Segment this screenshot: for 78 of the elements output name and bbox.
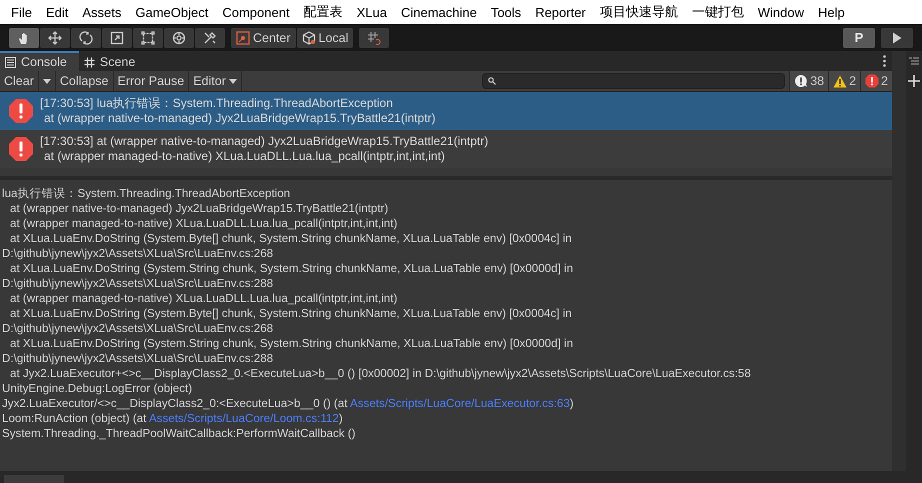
console-list-icon: [5, 56, 16, 68]
tool-button[interactable]: [71, 28, 101, 48]
tool-button[interactable]: [133, 28, 163, 48]
more-options-icon[interactable]: [883, 55, 886, 67]
cube-icon: [302, 30, 316, 44]
stack-trace-line: at XLua.LuaEnv.DoString (System.Byte[] chunk, System.String chunkName, XLua.LuaTable env) [0x0004c] in: [9, 306, 573, 321]
search-field[interactable]: [482, 73, 786, 89]
stack-trace-line: Loom:RunAction (object) (at Assets/Scripts/LuaCore/Loom.cs:112): [2, 411, 344, 426]
grid-snap-icon: [367, 30, 382, 44]
pivot-center-icon: [236, 30, 250, 44]
list-icon: [909, 57, 919, 65]
menu-item[interactable]: 一键打包: [684, 3, 751, 21]
rotate-icon: [79, 30, 93, 44]
log-message: [17:30:53] at (wrapper native-to-managed) Jyx2LuaBridgeWrap15.TryBattle21(intptr): [40, 134, 488, 149]
pivot-button[interactable]: Center: [231, 28, 296, 48]
pivot-button[interactable]: Local: [296, 28, 354, 48]
move-arrows-icon: [48, 30, 62, 44]
stack-trace-line: System.Threading._ThreadPoolWaitCallback:PerformWaitCallback (): [2, 426, 357, 441]
menu-item[interactable]: Reporter: [528, 4, 593, 20]
tools-icon: [203, 30, 217, 44]
tool-button[interactable]: [195, 28, 225, 48]
tool-button[interactable]: [164, 28, 194, 48]
log-message: at (wrapper native-to-managed) Jyx2LuaBridgeWrap15.TryBattle21(intptr): [43, 111, 436, 126]
menu-item[interactable]: Cinemachine: [394, 4, 484, 20]
menu-item[interactable]: File: [4, 4, 39, 20]
stack-trace-line: UnityEngine.Debug:LogError (object): [2, 381, 194, 396]
menu-item[interactable]: Edit: [38, 4, 76, 20]
stack-trace-line: D:\github\jynew\jyx2\Assets\XLua\Src\LuaEnv.cs:288: [2, 351, 274, 366]
warning-icon: [833, 74, 848, 88]
menu-item[interactable]: Component: [215, 4, 297, 20]
menu-item[interactable]: Help: [811, 4, 852, 20]
scrollbar-track[interactable]: [892, 51, 906, 471]
menu-item[interactable]: Window: [750, 4, 812, 20]
caret-icon: [228, 78, 237, 84]
stack-trace-line: Jyx2.LuaExecutor/<>c__DisplayClass2_0:<ExecuteLua>b__0 () (at Assets/Scripts/LuaCore/LuaExecutor.cs:63): [2, 396, 575, 411]
error-icon: [8, 136, 34, 162]
p-button[interactable]: P: [843, 28, 875, 48]
stack-trace-line: lua执行错误：System.Threading.ThreadAbortException: [2, 186, 292, 201]
transform-icon: [172, 30, 186, 44]
log-message: at (wrapper managed-to-native) XLua.LuaDLL.Lua.lua_pcall(intptr,int,int,int): [43, 149, 446, 164]
stack-trace-line: at XLua.LuaEnv.DoString (System.Byte[] chunk, System.String chunkName, XLua.LuaTable env) [0x0004c] in: [9, 231, 573, 246]
grid-snap-button[interactable]: [359, 28, 390, 48]
tool-button[interactable]: [102, 28, 132, 48]
stack-trace-line: at XLua.LuaEnv.DoString (System.String chunk, System.String chunkName, XLua.LuaTable env) [0x0000d] in: [9, 336, 574, 351]
menu-item[interactable]: Tools: [484, 4, 528, 20]
tool-button[interactable]: [9, 28, 39, 48]
scale-icon: [110, 30, 124, 44]
info-bubble-icon: [794, 74, 808, 88]
stack-trace-line: at Jyx2.LuaExecutor+<>c__DisplayClass2_0.<ExecuteLua>b__0 () [0x00002] in D:\github\jynew\jyx2\Assets\Scripts\LuaCore\LuaExecutor.cs:58: [9, 366, 752, 381]
stack-trace-line: at XLua.LuaEnv.DoString (System.String chunk, System.String chunkName, XLua.LuaTable env) [0x0000d] in: [9, 261, 574, 276]
log-message: [17:30:53] lua执行错误：System.Threading.ThreadAbortException: [40, 96, 394, 111]
stack-trace-line: at (wrapper managed-to-native) XLua.LuaDLL.Lua.lua_pcall(intptr,int,int,int): [9, 216, 398, 231]
error-icon: [865, 74, 880, 88]
stack-trace-line: at (wrapper managed-to-native) XLua.LuaDLL.Lua.lua_pcall(intptr,int,int,int): [9, 291, 398, 306]
tool-button[interactable]: [40, 28, 70, 48]
caret-icon: [42, 78, 51, 84]
rect-tool-icon: [141, 30, 155, 44]
panel-tab[interactable]: Console: [0, 51, 79, 71]
stack-trace-line: D:\github\jynew\jyx2\Assets\XLua\Src\LuaEnv.cs:268: [2, 321, 274, 336]
play-button[interactable]: [881, 28, 913, 48]
hash-grid-icon: [84, 56, 95, 68]
menu-item[interactable]: Assets: [75, 4, 128, 20]
play-icon: [892, 32, 902, 44]
log-count-toggle[interactable]: 2: [860, 71, 892, 91]
menu-item[interactable]: GameObject: [128, 4, 216, 20]
stack-trace-line: D:\github\jynew\jyx2\Assets\XLua\Src\LuaEnv.cs:268: [2, 246, 274, 261]
plus-icon[interactable]: [908, 75, 920, 87]
log-entry[interactable]: [17:30:53] at (wrapper native-to-managed) Jyx2LuaBridgeWrap15.TryBattle21(intptr) at (wrapper managed-to-native) XLua.LuaDLL.Lua.lua_pcall(intptr,int,int,int): [0, 130, 892, 168]
menu-item[interactable]: 配置表: [296, 3, 350, 21]
stack-trace-line: at (wrapper native-to-managed) Jyx2LuaBridgeWrap15.TryBattle21(intptr): [9, 201, 390, 216]
menu-item[interactable]: 项目快速导航: [592, 3, 685, 21]
search-icon: [488, 77, 496, 85]
log-count-toggle[interactable]: 2: [828, 71, 860, 91]
log-count-toggle[interactable]: 38: [789, 71, 828, 91]
stack-trace-line: D:\github\jynew\jyx2\Assets\XLua\Src\LuaEnv.cs:288: [2, 276, 274, 291]
menu-item[interactable]: XLua: [350, 4, 394, 20]
log-entry[interactable]: [17:30:53] lua执行错误：System.Threading.ThreadAbortException at (wrapper native-to-managed) Jyx2LuaBridgeWrap15.TryBattle21(intptr): [0, 92, 892, 130]
error-icon: [8, 98, 34, 124]
